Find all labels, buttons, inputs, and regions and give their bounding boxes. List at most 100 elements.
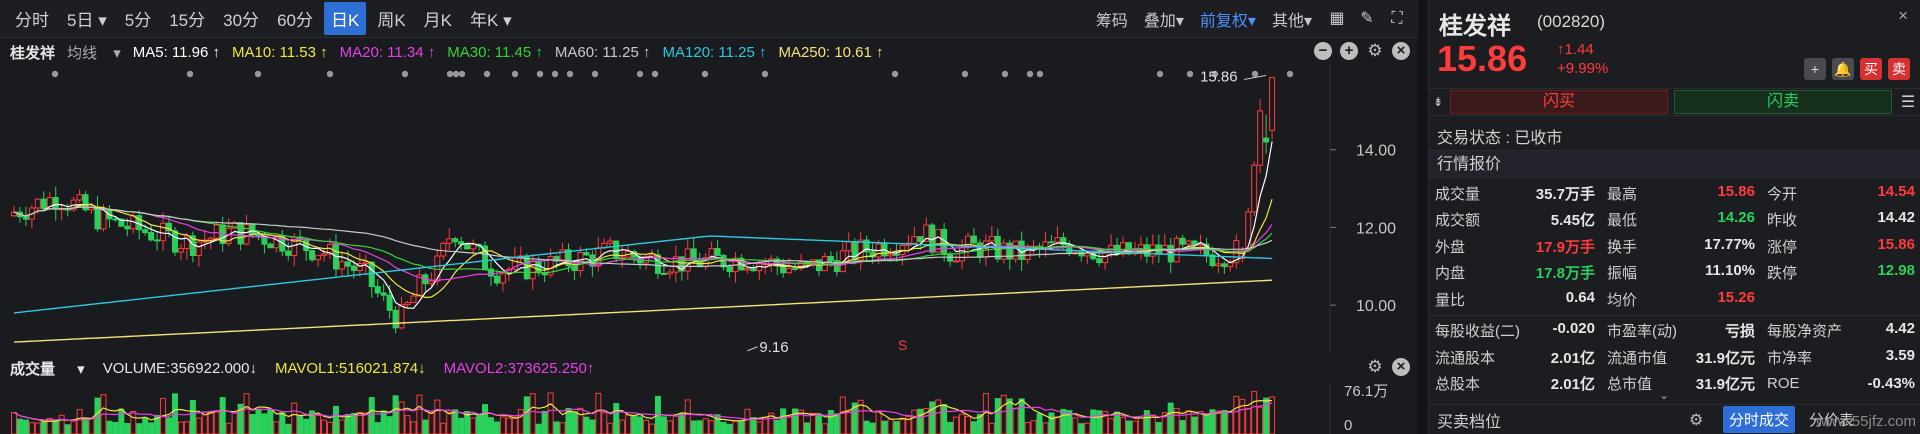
- volume-bar: [941, 404, 948, 434]
- event-dot: [446, 70, 454, 78]
- volume-bar: [1131, 420, 1138, 434]
- close-icon[interactable]: ×: [1898, 6, 1908, 26]
- quote-value: 14.26: [1717, 209, 1755, 227]
- volume-bar: [589, 419, 596, 434]
- chevron-down-icon[interactable]: ⌄: [1659, 388, 1669, 402]
- period-weekly-k[interactable]: 周K: [370, 2, 412, 35]
- quote-value: -0.020: [1552, 320, 1595, 338]
- quote-key: 量比: [1435, 291, 1466, 309]
- quote-value: 17.9万手: [1535, 238, 1595, 256]
- volume-bar: [195, 417, 202, 434]
- close-icon[interactable]: ×: [1392, 42, 1410, 60]
- candle-body: [786, 267, 793, 274]
- volume-bar: [16, 418, 23, 434]
- event-dot: [701, 70, 709, 78]
- volume-bar: [231, 412, 238, 434]
- period-daily-k[interactable]: 日K: [323, 2, 367, 35]
- fullscreen-icon[interactable]: ⛶: [1388, 10, 1406, 28]
- candle-body: [804, 261, 811, 264]
- candle-body: [953, 260, 960, 263]
- menu-icon[interactable]: ☰: [1895, 92, 1920, 112]
- quote-value: 亏损: [1724, 323, 1755, 341]
- quote-row: 每股收益(二) -0.020 市盈率(动) 亏损 每股净资产 4.42: [1429, 318, 1920, 345]
- volume-bar: [493, 421, 500, 434]
- other-dropdown[interactable]: 其他▾: [1272, 7, 1312, 31]
- quote-cell: 均价 15.26: [1601, 289, 1761, 310]
- ma30-label: MA30: 11.45 ↑: [447, 43, 543, 61]
- volume-bar: [124, 422, 131, 434]
- volume-title-dropdown[interactable]: 成交量 ▾: [10, 358, 85, 379]
- ma-type-dropdown[interactable]: 均线 ▾: [67, 42, 121, 63]
- volume-chart[interactable]: 76.1万 0: [0, 382, 1418, 434]
- quote-cell: 昨收 14.42: [1761, 209, 1920, 230]
- quote-cell: 今开 14.54: [1761, 183, 1920, 204]
- close-icon[interactable]: ×: [1392, 358, 1410, 376]
- ma5-label: MA5: 11.96 ↑: [132, 43, 221, 61]
- flash-sell-button[interactable]: 闪卖: [1674, 90, 1892, 114]
- candle-body: [750, 268, 757, 272]
- volume-bar: [11, 412, 17, 434]
- add-watchlist-button[interactable]: +: [1804, 58, 1826, 80]
- alert-bell-icon[interactable]: 🔔: [1832, 58, 1854, 80]
- minus-icon[interactable]: −: [1314, 42, 1332, 60]
- candle-body: [160, 222, 167, 242]
- period-intraday[interactable]: 分时: [8, 2, 56, 35]
- volume-bar: [839, 396, 846, 434]
- volume-bar: [601, 412, 608, 434]
- volume-bar: [34, 422, 41, 434]
- toolbar-right: 筹码 叠加▾ 前复权▾ 其他▾ ▦ ✎ ⛶: [1096, 0, 1418, 38]
- buy-button[interactable]: 买: [1860, 58, 1882, 80]
- quote-value: 35.7万手: [1535, 185, 1595, 203]
- candle-body: [1048, 241, 1055, 244]
- volume-bar: [338, 419, 345, 434]
- volume-bar: [1048, 412, 1055, 434]
- volume-bar: [297, 414, 304, 434]
- candle-body: [100, 209, 107, 230]
- collapse-icon[interactable]: ⇟: [1429, 95, 1447, 109]
- candle-body: [893, 253, 900, 256]
- period-yearly-k[interactable]: 年K ▾: [463, 2, 519, 35]
- candlestick-chart[interactable]: 14.00 12.00 10.00 15.86 9.16 S: [0, 64, 1418, 356]
- quote-value: 15.86: [1717, 182, 1755, 200]
- period-15min[interactable]: 15分: [162, 2, 212, 35]
- volume-bar: [970, 421, 977, 434]
- quote-key: 涨停: [1767, 238, 1798, 256]
- quote-key: 成交量: [1435, 185, 1481, 203]
- period-5min[interactable]: 5分: [118, 2, 158, 35]
- candle-body: [529, 260, 536, 280]
- volume-bar: [1090, 409, 1097, 434]
- volume-bar: [410, 421, 417, 434]
- candle-body: [440, 242, 447, 257]
- event-dot: [452, 70, 460, 78]
- overlay-dropdown[interactable]: 叠加▾: [1144, 7, 1184, 31]
- draw-pen-icon[interactable]: ✎: [1358, 10, 1376, 28]
- volume-controls: ⚙ ×: [1358, 358, 1410, 376]
- flash-buy-button[interactable]: 闪买: [1450, 90, 1668, 114]
- chips-button[interactable]: 筹码: [1096, 7, 1128, 31]
- volume-bar: [136, 423, 143, 434]
- volume-bar: [756, 421, 763, 434]
- gear-icon[interactable]: ⚙: [1366, 358, 1384, 376]
- splitter[interactable]: [1418, 0, 1428, 434]
- gear-icon[interactable]: ⚙: [1366, 42, 1384, 60]
- grid-icon[interactable]: ▦: [1328, 10, 1346, 28]
- quote-row: 流通股本 2.01亿 流通市值 31.9亿元 市净率 3.59: [1429, 344, 1920, 371]
- volume-bar: [82, 418, 89, 434]
- quote-value: 0.64: [1565, 288, 1595, 306]
- volume-bar: [476, 414, 483, 434]
- period-monthly-k[interactable]: 月K: [417, 2, 459, 35]
- period-30min[interactable]: 30分: [216, 2, 266, 35]
- sell-button[interactable]: 卖: [1888, 58, 1910, 80]
- period-5day[interactable]: 5日 ▾: [60, 2, 114, 35]
- volume-bar: [1036, 413, 1043, 434]
- volume-bar: [541, 410, 548, 434]
- candle-body: [499, 273, 506, 284]
- gear-icon[interactable]: ⚙: [1689, 410, 1715, 430]
- chevron-down-icon: ▾: [98, 11, 107, 30]
- plus-icon[interactable]: +: [1340, 42, 1358, 60]
- candle-body: [845, 241, 852, 252]
- candle-body: [195, 241, 202, 256]
- tab-tick-trades[interactable]: 分时成交: [1723, 406, 1796, 433]
- period-60min[interactable]: 60分: [270, 2, 320, 35]
- adjust-dropdown[interactable]: 前复权▾: [1200, 7, 1256, 31]
